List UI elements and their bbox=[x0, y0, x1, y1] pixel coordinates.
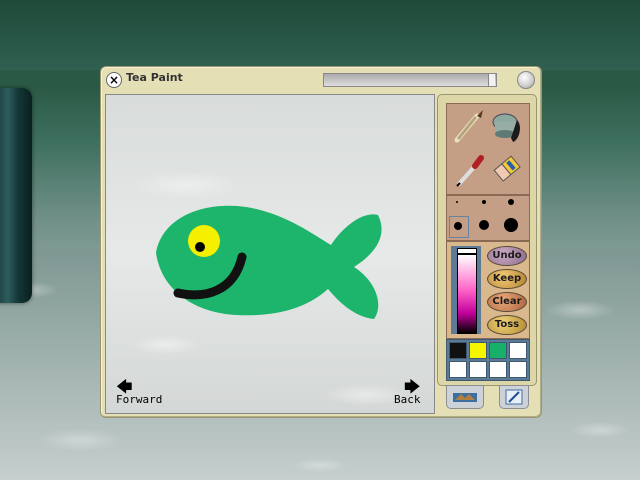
water-surface bbox=[0, 0, 640, 70]
arrow-right-icon: 🡆 bbox=[403, 377, 421, 396]
opacity-slider[interactable] bbox=[323, 73, 497, 87]
keep-button[interactable]: Keep bbox=[487, 269, 527, 289]
brush-size-2[interactable] bbox=[482, 200, 486, 204]
close-button[interactable]: × bbox=[106, 72, 122, 88]
background-object bbox=[0, 88, 32, 303]
swatch-2[interactable] bbox=[489, 342, 507, 359]
eraser-icon[interactable] bbox=[489, 150, 525, 190]
back-button[interactable]: 🡆 Back bbox=[394, 377, 421, 407]
undo-button[interactable]: Undo bbox=[487, 246, 527, 266]
back-label: Back bbox=[394, 393, 421, 406]
tool-grid bbox=[446, 103, 530, 195]
tea-paint-window: × Tea Paint 🡄 Forward 🡆 Back Undo Keep C… bbox=[100, 66, 542, 418]
swatch-0[interactable] bbox=[449, 342, 467, 359]
window-title: Tea Paint bbox=[126, 71, 183, 84]
swatch-3[interactable] bbox=[509, 342, 527, 359]
paint-bucket-icon[interactable] bbox=[489, 106, 525, 146]
pen-tab[interactable] bbox=[499, 385, 529, 409]
slider-thumb[interactable] bbox=[488, 74, 495, 86]
arrow-left-icon: 🡄 bbox=[116, 377, 133, 396]
clear-button[interactable]: Clear bbox=[487, 292, 527, 312]
swatch-7[interactable] bbox=[509, 361, 527, 378]
minimize-knob[interactable] bbox=[517, 71, 535, 89]
swatch-5[interactable] bbox=[469, 361, 487, 378]
swatch-6[interactable] bbox=[489, 361, 507, 378]
sketch-tab-icon bbox=[453, 393, 477, 402]
fish-body bbox=[156, 205, 382, 319]
brush-tool-icon[interactable] bbox=[451, 106, 487, 146]
fish-drawing bbox=[156, 205, 382, 319]
brush-size-picker bbox=[446, 195, 530, 241]
swatch-1[interactable] bbox=[469, 342, 487, 359]
dropper-icon[interactable] bbox=[451, 150, 487, 190]
shade-gradient[interactable] bbox=[457, 254, 477, 334]
toss-button[interactable]: Toss bbox=[487, 315, 527, 335]
fish-eye bbox=[188, 225, 220, 257]
brush-size-6[interactable] bbox=[504, 218, 518, 232]
fish-pupil bbox=[195, 242, 205, 252]
shade-picker[interactable] bbox=[451, 246, 481, 334]
sketch-tab[interactable] bbox=[446, 385, 484, 409]
brush-size-3[interactable] bbox=[508, 199, 514, 205]
color-palette bbox=[446, 339, 530, 381]
brush-size-1[interactable] bbox=[456, 201, 458, 203]
tool-panel: Undo Keep Clear Toss bbox=[437, 94, 537, 386]
forward-button[interactable]: 🡄 Forward bbox=[116, 377, 163, 407]
color-area: Undo Keep Clear Toss bbox=[446, 241, 530, 339]
pen-tab-icon bbox=[505, 389, 523, 405]
drawing-canvas[interactable]: 🡄 Forward 🡆 Back bbox=[105, 94, 435, 414]
swatch-4[interactable] bbox=[449, 361, 467, 378]
brush-size-4[interactable] bbox=[454, 222, 462, 230]
title-bar[interactable]: × Tea Paint bbox=[101, 67, 541, 89]
brush-size-5[interactable] bbox=[479, 220, 489, 230]
forward-label: Forward bbox=[116, 393, 163, 406]
